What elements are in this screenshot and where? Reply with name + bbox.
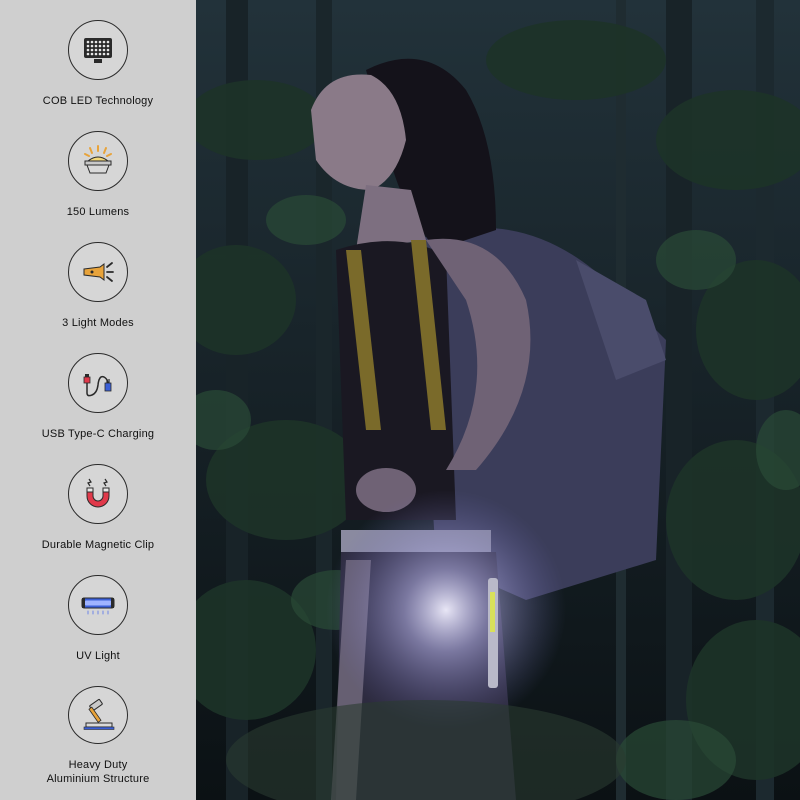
feature-label: UV Light xyxy=(76,650,120,662)
glowing-bulb-icon xyxy=(68,131,128,191)
feature-uv-light: UV Light xyxy=(0,575,196,675)
feature-lumens: 150 Lumens xyxy=(0,131,196,231)
feature-label: 3 Light Modes xyxy=(62,317,134,329)
feature-label: Durable Magnetic Clip xyxy=(41,539,155,551)
usb-charging-cable-icon xyxy=(68,353,128,413)
feature-cob-led: COB LED Technology xyxy=(0,20,196,120)
feature-label: 150 Lumens xyxy=(66,206,130,218)
magnet-icon xyxy=(68,464,128,524)
flashlight-icon xyxy=(68,242,128,302)
feature-label: COB LED Technology xyxy=(42,95,154,107)
feature-label: USB Type-C Charging xyxy=(41,428,155,440)
uv-light-bar-icon xyxy=(68,575,128,635)
cob-led-panel-icon xyxy=(68,20,128,80)
hammer-on-plate-icon xyxy=(68,686,128,744)
feature-usb-charging: USB Type-C Charging xyxy=(0,353,196,453)
forest-scene-illustration xyxy=(196,0,800,800)
feature-label: Heavy Duty Aluminium Structure xyxy=(46,759,150,785)
feature-aluminium-structure: Heavy Duty Aluminium Structure xyxy=(0,686,196,786)
feature-panel: COB LED Technology 150 Lumens 3 Light Mo… xyxy=(0,0,196,800)
hiker-forest-photo xyxy=(196,0,800,800)
feature-magnetic-clip: Durable Magnetic Clip xyxy=(0,464,196,564)
feature-light-modes: 3 Light Modes xyxy=(0,242,196,342)
